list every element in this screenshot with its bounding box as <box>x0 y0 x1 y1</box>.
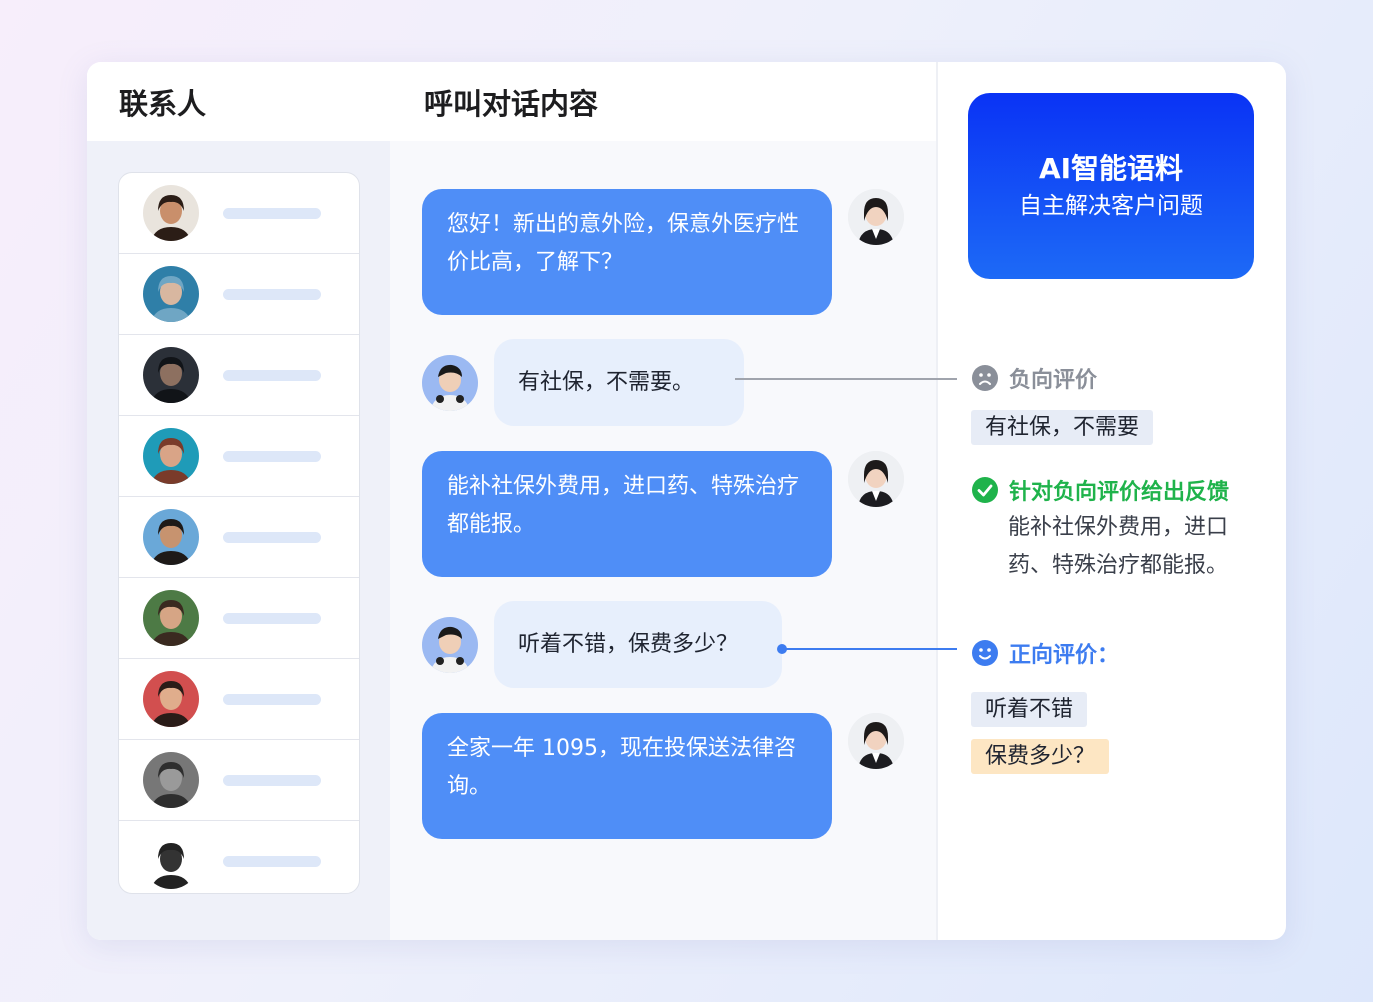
contact-row[interactable] <box>119 821 359 893</box>
positive-tag-highlight: 保费多少？ <box>971 739 1110 774</box>
check-circle-icon <box>972 477 998 503</box>
customer-message: 有社保，不需要。 <box>494 339 744 426</box>
positive-connector-line <box>782 648 957 650</box>
avatar <box>143 347 199 403</box>
negative-connector-line <box>735 378 957 380</box>
contact-row[interactable] <box>119 416 359 497</box>
agent-message: 您好！新出的意外险，保意外医疗性价比高，了解下？ <box>422 189 832 315</box>
agent-message: 能补社保外费用，进口药、特殊治疗都能报。 <box>422 451 832 577</box>
agent-avatar <box>848 189 904 245</box>
feedback-label-text: 针对负向评价给出反馈 <box>1009 480 1230 505</box>
negative-tag: 有社保，不需要 <box>971 410 1154 445</box>
chat-panel: 呼叫对话内容 您好！新出的意外险，保意外医疗性价比高，了解下？ 有社保，不需要。… <box>390 62 936 940</box>
contacts-body <box>87 141 390 940</box>
avatar <box>143 833 199 889</box>
customer-avatar <box>422 355 478 411</box>
main-card: 联系人 呼叫对话内容 您好！新出的意外险，保意外医疗性价比高，了解下？ 有社保，… <box>87 62 1286 940</box>
avatar <box>143 509 199 565</box>
negative-review-label: 负向评价 <box>971 362 1097 394</box>
ai-corpus-card: AI智能语料 自主解决客户问题 <box>968 93 1254 279</box>
ai-card-title: AI智能语料 <box>1038 152 1184 185</box>
agent-avatar <box>848 713 904 769</box>
agent-message: 全家一年 1095，现在投保送法律咨询。 <box>422 713 832 839</box>
contact-row[interactable] <box>119 497 359 578</box>
contact-name-placeholder <box>223 289 321 300</box>
contact-list <box>118 172 360 894</box>
contact-name-placeholder <box>223 451 321 462</box>
analysis-panel: AI智能语料 自主解决客户问题 负向评价 有社保，不需要 针对负向评价给出反馈 … <box>936 62 1286 940</box>
customer-message: 听着不错，保费多少？ <box>494 601 782 688</box>
contact-row[interactable] <box>119 659 359 740</box>
agent-avatar <box>848 451 904 507</box>
avatar <box>143 590 199 646</box>
positive-tag: 听着不错 <box>971 692 1088 727</box>
contact-row[interactable] <box>119 173 359 254</box>
feedback-text: 能补社保外费用，进口药、特殊治疗都能报。 <box>1008 515 1229 578</box>
negative-review-text: 负向评价 <box>1009 368 1098 393</box>
avatar <box>143 266 199 322</box>
contact-name-placeholder <box>223 613 321 624</box>
smile-face-icon <box>972 640 998 666</box>
chat-header: 呼叫对话内容 <box>390 62 936 141</box>
contact-row[interactable] <box>119 740 359 821</box>
contact-row[interactable] <box>119 254 359 335</box>
sad-face-icon <box>972 365 998 391</box>
ai-card-subtitle: 自主解决客户问题 <box>1019 193 1203 219</box>
contact-name-placeholder <box>223 532 321 543</box>
feedback-label: 针对负向评价给出反馈 <box>971 474 1229 506</box>
contact-row[interactable] <box>119 578 359 659</box>
avatar <box>143 428 199 484</box>
chat-body: 您好！新出的意外险，保意外医疗性价比高，了解下？ 有社保，不需要。 能补社保外费… <box>390 141 936 940</box>
positive-review-text: 正向评价： <box>1009 643 1120 668</box>
contact-name-placeholder <box>223 856 321 867</box>
contact-row[interactable] <box>119 335 359 416</box>
positive-review-label: 正向评价： <box>971 637 1119 669</box>
contacts-panel: 联系人 <box>87 62 390 940</box>
customer-avatar <box>422 617 478 673</box>
contact-name-placeholder <box>223 208 321 219</box>
avatar <box>143 752 199 808</box>
contact-name-placeholder <box>223 370 321 381</box>
avatar <box>143 185 199 241</box>
avatar <box>143 671 199 727</box>
contacts-header: 联系人 <box>87 62 390 141</box>
contact-name-placeholder <box>223 694 321 705</box>
contact-name-placeholder <box>223 775 321 786</box>
